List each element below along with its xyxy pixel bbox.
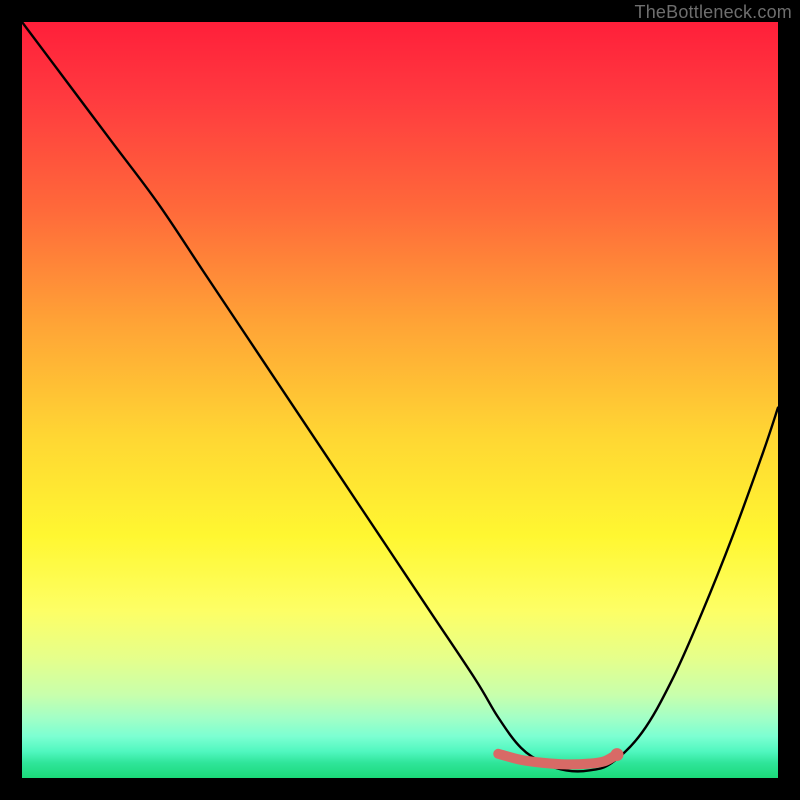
plot-area [22, 22, 778, 778]
bottleneck-curve [22, 22, 778, 771]
highlight-dot [610, 748, 623, 761]
highlight-band [498, 754, 615, 765]
watermark-text: TheBottleneck.com [635, 2, 792, 23]
curve-layer [22, 22, 778, 778]
chart-frame: TheBottleneck.com [0, 0, 800, 800]
